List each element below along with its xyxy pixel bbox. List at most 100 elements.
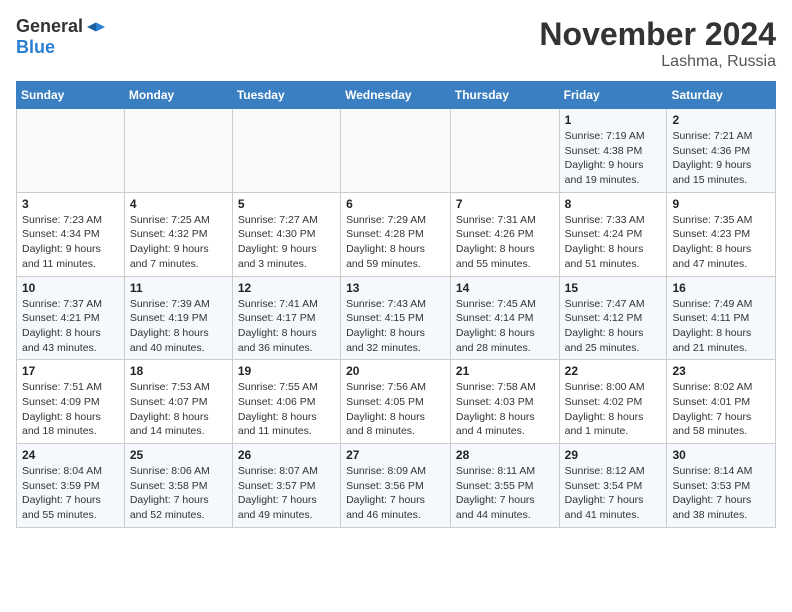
calendar-cell: 7 Sunrise: 7:31 AM Sunset: 4:26 PM Daylig… (450, 192, 559, 276)
calendar-cell: 17Sunrise: 7:51 AM Sunset: 4:09 PM Dayli… (17, 360, 125, 444)
calendar-cell: 8Sunrise: 7:33 AM Sunset: 4:24 PM Daylig… (559, 192, 667, 276)
day-number: 12 (238, 281, 335, 295)
weekday-header-sunday: Sunday (17, 82, 125, 109)
calendar-cell (341, 109, 451, 193)
day-number: 22 (565, 364, 662, 378)
weekday-header-monday: Monday (124, 82, 232, 109)
day-number: 2 (672, 113, 770, 127)
day-info: Sunrise: 7:21 AM Sunset: 4:36 PM Dayligh… (672, 129, 770, 188)
calendar-cell: 9 Sunrise: 7:35 AM Sunset: 4:23 PM Daylig… (667, 192, 776, 276)
day-info: Sunrise: 8:00 AM Sunset: 4:02 PM Dayligh… (565, 380, 662, 439)
day-info: Sunrise: 7:47 AM Sunset: 4:12 PM Dayligh… (565, 297, 662, 356)
calendar-cell: 15Sunrise: 7:47 AM Sunset: 4:12 PM Dayli… (559, 276, 667, 360)
calendar-cell: 20 Sunrise: 7:56 AM Sunset: 4:05 PM Dayli… (341, 360, 451, 444)
day-info: Sunrise: 7:35 AM Sunset: 4:23 PM Dayligh… (672, 213, 770, 272)
logo: General Blue (16, 16, 105, 58)
calendar-cell: 27 Sunrise: 8:09 AM Sunset: 3:56 PM Dayli… (341, 444, 451, 528)
day-number: 13 (346, 281, 445, 295)
day-number: 7 (456, 197, 554, 211)
day-number: 4 (130, 197, 227, 211)
title-area: November 2024 Lashma, Russia (539, 16, 776, 71)
logo-icon (87, 20, 105, 34)
day-number: 29 (565, 448, 662, 462)
day-number: 11 (130, 281, 227, 295)
weekday-header-tuesday: Tuesday (232, 82, 340, 109)
day-number: 16 (672, 281, 770, 295)
logo-general-text: General (16, 16, 83, 37)
day-number: 10 (22, 281, 119, 295)
calendar-cell: 26 Sunrise: 8:07 AM Sunset: 3:57 PM Dayli… (232, 444, 340, 528)
calendar-cell: 2 Sunrise: 7:21 AM Sunset: 4:36 PM Daylig… (667, 109, 776, 193)
day-info: Sunrise: 7:27 AM Sunset: 4:30 PM Dayligh… (238, 213, 335, 272)
weekday-header-wednesday: Wednesday (341, 82, 451, 109)
calendar-week-row: 24 Sunrise: 8:04 AM Sunset: 3:59 PM Dayli… (17, 444, 776, 528)
calendar-cell (17, 109, 125, 193)
logo-blue-text: Blue (16, 37, 55, 57)
weekday-header-thursday: Thursday (450, 82, 559, 109)
day-info: Sunrise: 8:12 AM Sunset: 3:54 PM Dayligh… (565, 464, 662, 523)
calendar-cell: 4 Sunrise: 7:25 AM Sunset: 4:32 PM Daylig… (124, 192, 232, 276)
calendar-cell: 1Sunrise: 7:19 AM Sunset: 4:38 PM Daylig… (559, 109, 667, 193)
calendar-cell: 10Sunrise: 7:37 AM Sunset: 4:21 PM Dayli… (17, 276, 125, 360)
day-info: Sunrise: 7:25 AM Sunset: 4:32 PM Dayligh… (130, 213, 227, 272)
calendar-week-row: 17Sunrise: 7:51 AM Sunset: 4:09 PM Dayli… (17, 360, 776, 444)
day-number: 17 (22, 364, 119, 378)
calendar-cell: 6Sunrise: 7:29 AM Sunset: 4:28 PM Daylig… (341, 192, 451, 276)
day-number: 14 (456, 281, 554, 295)
calendar-table: SundayMondayTuesdayWednesdayThursdayFrid… (16, 81, 776, 528)
calendar-cell: 16 Sunrise: 7:49 AM Sunset: 4:11 PM Dayli… (667, 276, 776, 360)
calendar-cell: 3 Sunrise: 7:23 AM Sunset: 4:34 PM Daylig… (17, 192, 125, 276)
day-info: Sunrise: 7:45 AM Sunset: 4:14 PM Dayligh… (456, 297, 554, 356)
day-number: 1 (565, 113, 662, 127)
calendar-header: SundayMondayTuesdayWednesdayThursdayFrid… (17, 82, 776, 109)
day-number: 20 (346, 364, 445, 378)
calendar-cell: 28Sunrise: 8:11 AM Sunset: 3:55 PM Dayli… (450, 444, 559, 528)
day-info: Sunrise: 8:09 AM Sunset: 3:56 PM Dayligh… (346, 464, 445, 523)
weekday-header-friday: Friday (559, 82, 667, 109)
calendar-week-row: 1Sunrise: 7:19 AM Sunset: 4:38 PM Daylig… (17, 109, 776, 193)
day-info: Sunrise: 7:23 AM Sunset: 4:34 PM Dayligh… (22, 213, 119, 272)
day-info: Sunrise: 7:56 AM Sunset: 4:05 PM Dayligh… (346, 380, 445, 439)
calendar-cell: 25Sunrise: 8:06 AM Sunset: 3:58 PM Dayli… (124, 444, 232, 528)
day-info: Sunrise: 7:58 AM Sunset: 4:03 PM Dayligh… (456, 380, 554, 439)
day-number: 24 (22, 448, 119, 462)
day-info: Sunrise: 7:55 AM Sunset: 4:06 PM Dayligh… (238, 380, 335, 439)
header: General Blue November 2024 Lashma, Russi… (16, 16, 776, 71)
day-info: Sunrise: 7:39 AM Sunset: 4:19 PM Dayligh… (130, 297, 227, 356)
day-info: Sunrise: 8:04 AM Sunset: 3:59 PM Dayligh… (22, 464, 119, 523)
calendar-body: 1Sunrise: 7:19 AM Sunset: 4:38 PM Daylig… (17, 109, 776, 528)
day-info: Sunrise: 8:14 AM Sunset: 3:53 PM Dayligh… (672, 464, 770, 523)
day-number: 3 (22, 197, 119, 211)
main-title: November 2024 (539, 16, 776, 53)
day-number: 21 (456, 364, 554, 378)
day-number: 8 (565, 197, 662, 211)
day-number: 18 (130, 364, 227, 378)
day-info: Sunrise: 8:11 AM Sunset: 3:55 PM Dayligh… (456, 464, 554, 523)
calendar-cell (232, 109, 340, 193)
day-info: Sunrise: 7:29 AM Sunset: 4:28 PM Dayligh… (346, 213, 445, 272)
calendar-cell (124, 109, 232, 193)
calendar-cell: 30 Sunrise: 8:14 AM Sunset: 3:53 PM Dayli… (667, 444, 776, 528)
calendar-cell: 13Sunrise: 7:43 AM Sunset: 4:15 PM Dayli… (341, 276, 451, 360)
day-number: 26 (238, 448, 335, 462)
day-number: 5 (238, 197, 335, 211)
calendar-cell: 11 Sunrise: 7:39 AM Sunset: 4:19 PM Dayli… (124, 276, 232, 360)
day-info: Sunrise: 8:07 AM Sunset: 3:57 PM Dayligh… (238, 464, 335, 523)
day-info: Sunrise: 7:31 AM Sunset: 4:26 PM Dayligh… (456, 213, 554, 272)
day-number: 9 (672, 197, 770, 211)
day-info: Sunrise: 7:53 AM Sunset: 4:07 PM Dayligh… (130, 380, 227, 439)
calendar-cell: 14 Sunrise: 7:45 AM Sunset: 4:14 PM Dayli… (450, 276, 559, 360)
day-number: 25 (130, 448, 227, 462)
calendar-cell: 12 Sunrise: 7:41 AM Sunset: 4:17 PM Dayli… (232, 276, 340, 360)
day-number: 23 (672, 364, 770, 378)
day-number: 19 (238, 364, 335, 378)
calendar-cell: 23Sunrise: 8:02 AM Sunset: 4:01 PM Dayli… (667, 360, 776, 444)
calendar-cell: 19 Sunrise: 7:55 AM Sunset: 4:06 PM Dayli… (232, 360, 340, 444)
day-number: 30 (672, 448, 770, 462)
calendar-cell: 5 Sunrise: 7:27 AM Sunset: 4:30 PM Daylig… (232, 192, 340, 276)
day-info: Sunrise: 7:49 AM Sunset: 4:11 PM Dayligh… (672, 297, 770, 356)
calendar-cell: 21 Sunrise: 7:58 AM Sunset: 4:03 PM Dayli… (450, 360, 559, 444)
day-number: 27 (346, 448, 445, 462)
day-info: Sunrise: 7:41 AM Sunset: 4:17 PM Dayligh… (238, 297, 335, 356)
subtitle: Lashma, Russia (539, 53, 776, 71)
